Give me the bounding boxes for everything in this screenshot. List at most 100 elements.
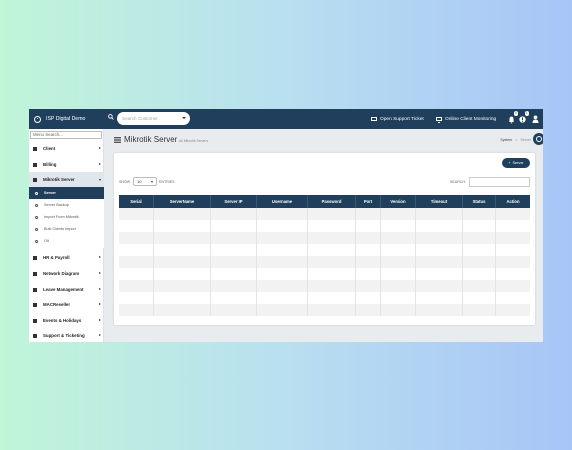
sidebar-item-network-diagram[interactable]: Network Diagram — [29, 266, 104, 281]
table-row — [119, 220, 530, 232]
search-icon[interactable] — [108, 114, 114, 120]
page-header: Mikrotik Server All Mikrotik Servers Sys… — [104, 129, 543, 151]
column-header-server-ip[interactable]: Server IP — [211, 195, 257, 208]
column-header-version[interactable]: Version — [381, 195, 416, 208]
submenu-item-import-from-mikrotik[interactable]: Import From Mikrotik — [29, 211, 104, 223]
sidebar-item-macreseller[interactable]: MACReseller — [29, 297, 104, 312]
column-header-serial[interactable]: Serial — [119, 195, 154, 208]
list-icon — [114, 137, 121, 143]
ticket-icon — [371, 117, 377, 121]
submenu-item-olt[interactable]: Olt — [29, 235, 104, 247]
submenu-item-label: Server — [44, 191, 56, 195]
app-window: ISP Digital Demo Search Customer Open Su… — [29, 109, 543, 342]
table-header-row: Serial ServerName Server IP Username Pas… — [119, 195, 530, 208]
open-support-ticket-button[interactable]: Open Support Ticket — [371, 109, 424, 129]
servers-card: + Server SHOW 10 ENTRIES SEARCH: Serial … — [114, 153, 535, 325]
page-subtitle: All Mikrotik Servers — [179, 139, 209, 143]
customer-search-select[interactable]: Search Customer — [117, 112, 190, 125]
entries-label: ENTRIES — [159, 180, 175, 184]
table-row — [119, 292, 530, 304]
sidebar-item-billing[interactable]: Billing — [29, 157, 104, 172]
submenu-item-label: Olt — [44, 239, 49, 243]
submenu-item-server-backup[interactable]: Server Backup — [29, 199, 104, 211]
sidebar-item-label: Leave Management — [43, 287, 84, 292]
brand-name: ISP Digital Demo — [46, 116, 86, 122]
brand[interactable]: ISP Digital Demo — [29, 109, 104, 129]
client-icon — [33, 146, 37, 151]
monitor-icon — [436, 116, 442, 123]
sidebar-item-support-ticketing[interactable]: Support & Ticketing — [29, 328, 104, 342]
entries-length-select[interactable]: 10 — [133, 177, 157, 186]
support-icon — [33, 333, 37, 338]
chevron-down-icon — [151, 180, 153, 183]
sidebar-item-label: Events & Holidays — [43, 318, 82, 323]
chevron-right-icon — [99, 147, 101, 149]
notification-count-badge: 0 — [513, 111, 518, 116]
submenu-item-bulk-clients-import[interactable]: Bulk Clients Import — [29, 223, 104, 235]
show-label: SHOW — [119, 180, 131, 184]
sidebar-item-events-holidays[interactable]: Events & Holidays — [29, 313, 104, 328]
alert-icon — [519, 116, 526, 123]
add-server-button[interactable]: + Server — [502, 158, 530, 168]
sidebar-item-mikrotik-server[interactable]: Mikrotik Server — [29, 172, 104, 187]
column-header-username[interactable]: Username — [257, 195, 308, 208]
chevron-right-icon — [99, 303, 101, 305]
alert-count-badge: 1 — [524, 111, 529, 116]
submenu-item-label: Bulk Clients Import — [44, 227, 76, 231]
breadcrumb: System > Server — [500, 138, 531, 142]
chevron-right-icon — [99, 272, 101, 274]
circle-icon — [35, 215, 38, 219]
column-header-action[interactable]: Action — [496, 195, 530, 208]
server-icon — [33, 177, 37, 182]
monitoring-label: Online Client Monitoring — [445, 116, 497, 122]
servers-table: Serial ServerName Server IP Username Pas… — [119, 195, 530, 316]
gear-icon[interactable] — [533, 133, 543, 145]
table-row — [119, 256, 530, 268]
leave-icon — [33, 287, 37, 292]
column-header-password[interactable]: Password — [308, 195, 356, 208]
column-header-timeout[interactable]: Timeout — [416, 195, 463, 208]
alerts-button[interactable]: 1 — [519, 111, 529, 123]
column-header-port[interactable]: Port — [356, 195, 381, 208]
sidebar-item-label: MACReseller — [43, 302, 71, 307]
top-navbar: ISP Digital Demo Search Customer Open Su… — [29, 109, 543, 129]
notifications-button[interactable]: 0 — [508, 111, 518, 124]
breadcrumb-system[interactable]: System — [500, 138, 512, 142]
table-row — [119, 244, 530, 256]
mikrotik-submenu: Server Server Backup Import From Mikroti… — [29, 187, 104, 248]
submenu-item-label: Import From Mikrotik — [44, 215, 79, 219]
breadcrumb-server: Server — [520, 138, 531, 142]
column-header-servername[interactable]: ServerName — [154, 195, 211, 208]
table-row — [119, 232, 530, 244]
payroll-icon — [33, 255, 37, 260]
main-content: Mikrotik Server All Mikrotik Servers Sys… — [104, 129, 543, 342]
table-row — [119, 280, 530, 292]
sidebar-item-client[interactable]: Client — [29, 141, 104, 156]
sidebar-item-label: Support & Ticketing — [43, 333, 85, 338]
network-icon — [33, 271, 37, 276]
submenu-item-label: Server Backup — [44, 203, 69, 207]
table-search-input[interactable] — [469, 177, 530, 187]
sidebar-item-hr-payroll[interactable]: HR & Payroll — [29, 250, 104, 265]
page-title: Mikrotik Server — [124, 135, 178, 144]
chevron-down-icon — [99, 178, 101, 181]
submenu-item-server[interactable]: Server — [29, 187, 104, 199]
user-icon[interactable] — [532, 115, 539, 123]
calendar-icon — [33, 318, 37, 323]
chevron-right-icon — [99, 163, 101, 165]
circle-icon — [35, 227, 38, 231]
customer-search-placeholder: Search Customer — [122, 116, 158, 121]
column-header-status[interactable]: Status — [463, 195, 496, 208]
table-row — [119, 304, 530, 316]
chevron-down-icon — [182, 117, 186, 119]
sidebar-item-leave-management[interactable]: Leave Management — [29, 282, 104, 297]
sidebar-item-label: Mikrotik Server — [43, 177, 75, 182]
menu-search-input[interactable]: Menu Search... — [30, 131, 102, 139]
plus-icon: + — [508, 161, 511, 165]
billing-icon — [33, 162, 37, 167]
sidebar-item-label: Client — [43, 146, 56, 151]
sidebar: Menu Search... Client Billing Mikrotik S… — [29, 129, 104, 342]
circle-icon — [35, 191, 38, 195]
open-ticket-label: Open Support Ticket — [380, 116, 424, 122]
online-client-monitoring-button[interactable]: Online Client Monitoring — [436, 109, 496, 129]
